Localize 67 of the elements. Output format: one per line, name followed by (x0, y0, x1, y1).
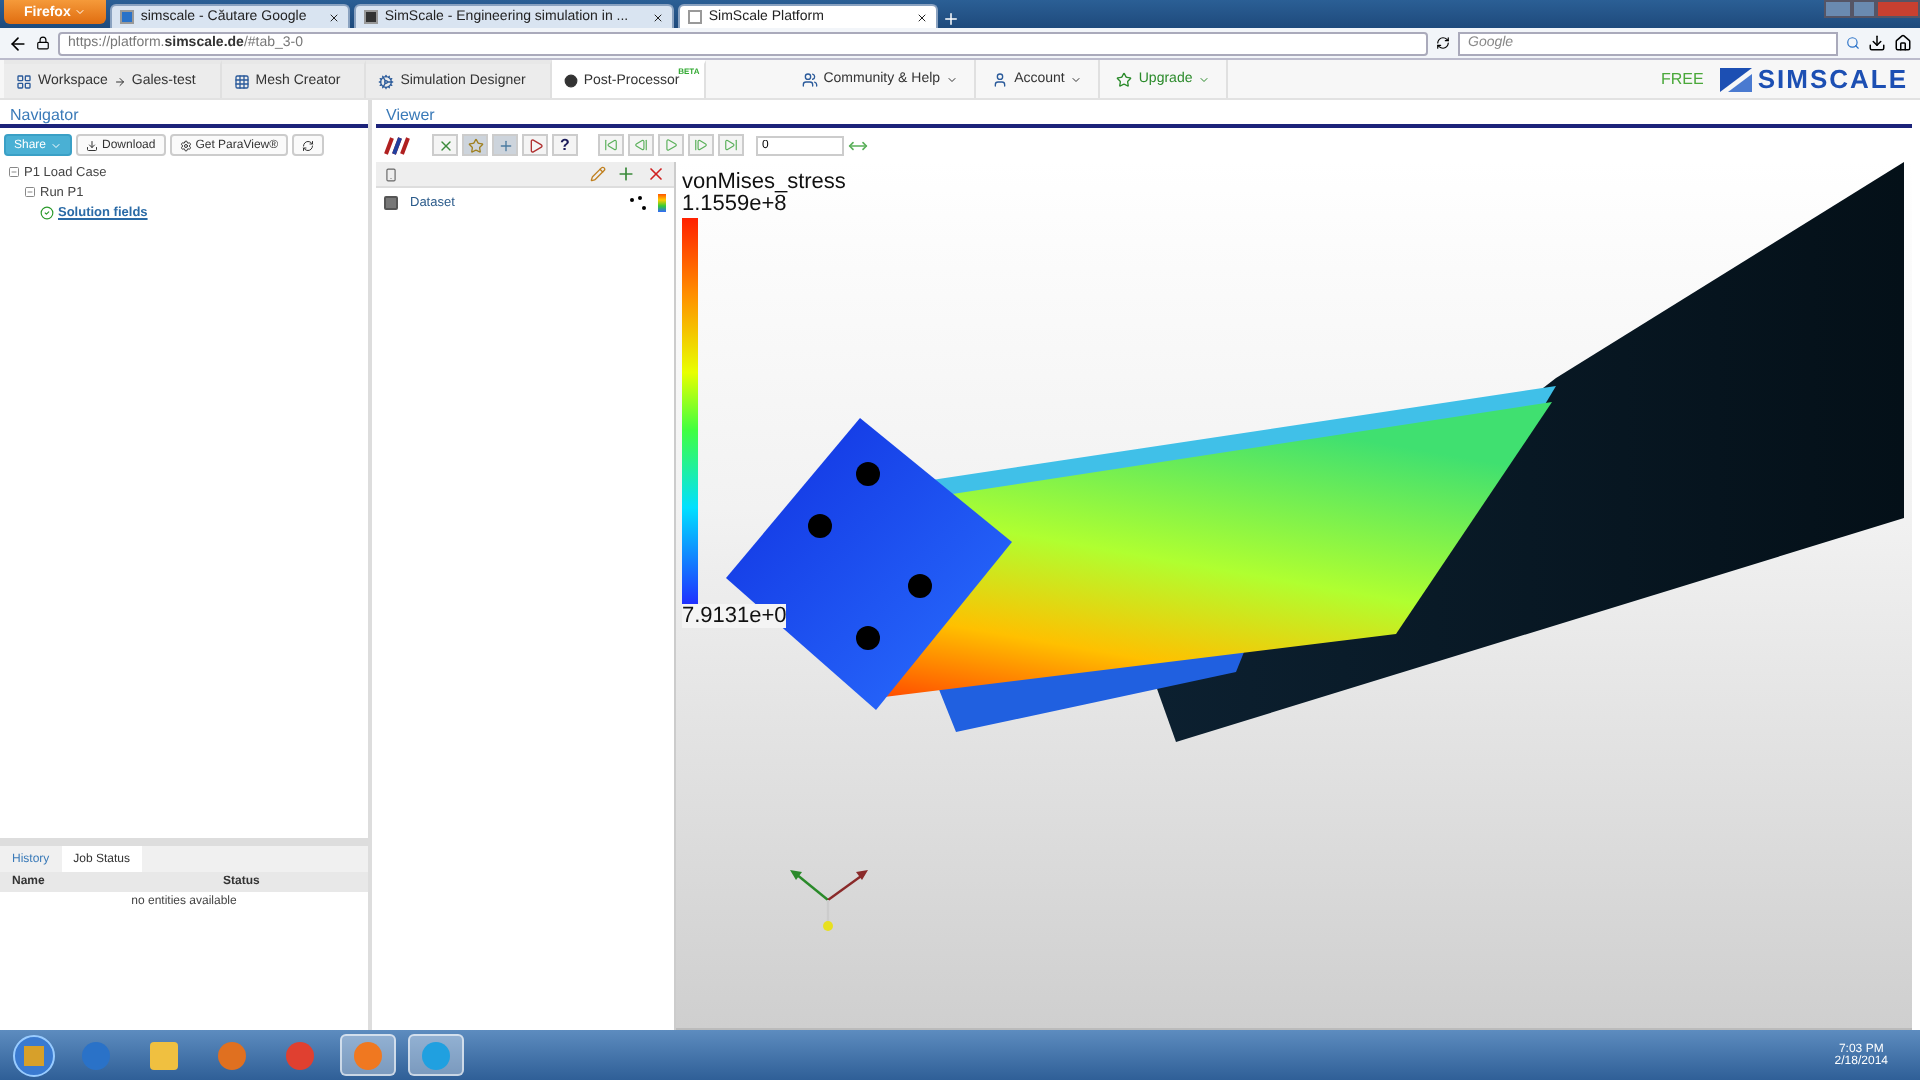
search-icon[interactable] (1846, 36, 1860, 50)
visibility-toggle[interactable] (384, 195, 398, 209)
playback-button[interactable] (718, 134, 744, 156)
caret-icon (946, 73, 959, 85)
legend-max: 1.1559e+8 (682, 192, 787, 216)
caret-icon (1198, 73, 1211, 85)
legend-min: 7.9131e+0 (682, 604, 787, 628)
points-icon (630, 195, 646, 209)
add-icon[interactable] (616, 164, 636, 184)
close-icon[interactable] (328, 11, 341, 23)
favicon-icon (120, 10, 135, 24)
home-icon[interactable] (1894, 34, 1912, 52)
minimize-button[interactable] (1824, 0, 1852, 18)
users-icon (801, 71, 818, 87)
playback-button[interactable] (688, 134, 714, 156)
refresh-button[interactable] (292, 134, 325, 156)
refresh-icon (302, 139, 315, 151)
skip-forward-icon (724, 138, 738, 152)
playback-button[interactable] (628, 134, 654, 156)
gear-icon (179, 139, 192, 151)
circle-icon (563, 74, 578, 88)
step-forward-icon (694, 138, 708, 152)
color-map-icon[interactable] (658, 193, 666, 211)
refresh-icon[interactable] (1436, 36, 1450, 50)
device-icon (384, 167, 398, 181)
arrow-icon (113, 75, 126, 87)
lock-icon (36, 36, 50, 50)
playback-button[interactable] (658, 134, 684, 156)
step-back-icon (634, 138, 648, 152)
caret-icon (50, 139, 63, 151)
back-icon[interactable] (8, 33, 28, 53)
legend-title: vonMises_stress (682, 170, 846, 194)
workspace-icon (16, 73, 32, 89)
new-tab-icon[interactable] (942, 10, 961, 28)
collapse-icon[interactable] (8, 166, 20, 178)
pane-title: Viewer (376, 100, 1912, 128)
user-icon (992, 71, 1009, 87)
delete-icon[interactable] (646, 164, 666, 184)
caret-icon (74, 6, 87, 18)
download-icon (86, 139, 99, 151)
cross-icon (437, 137, 453, 153)
star-icon (467, 137, 483, 153)
playback-button[interactable] (598, 134, 624, 156)
pane-title: Navigator (0, 100, 368, 128)
favicon-icon (364, 10, 379, 24)
favicon-icon (688, 10, 703, 24)
caret-icon (1070, 73, 1083, 85)
logo: SIMSCALE (1719, 64, 1908, 94)
plus-icon (497, 137, 513, 153)
plan-label: FREE (1660, 70, 1704, 88)
start-button[interactable] (12, 1033, 56, 1077)
play-icon (664, 138, 678, 152)
close-icon[interactable] (916, 11, 929, 23)
skip-back-icon (604, 138, 618, 152)
paraview-logo-icon (384, 134, 412, 156)
check-icon (40, 205, 54, 219)
gears-icon (378, 73, 395, 89)
collapse-icon[interactable] (24, 186, 36, 198)
help-button[interactable]: ? (552, 134, 578, 156)
close-icon[interactable] (652, 11, 665, 23)
maximize-button[interactable] (1852, 0, 1876, 18)
grid-icon (233, 73, 250, 89)
download-icon[interactable] (1868, 34, 1886, 52)
star-icon (1116, 71, 1133, 87)
edit-icon[interactable] (590, 166, 606, 182)
logo-icon (1719, 67, 1752, 91)
triangle-icon (527, 137, 543, 153)
